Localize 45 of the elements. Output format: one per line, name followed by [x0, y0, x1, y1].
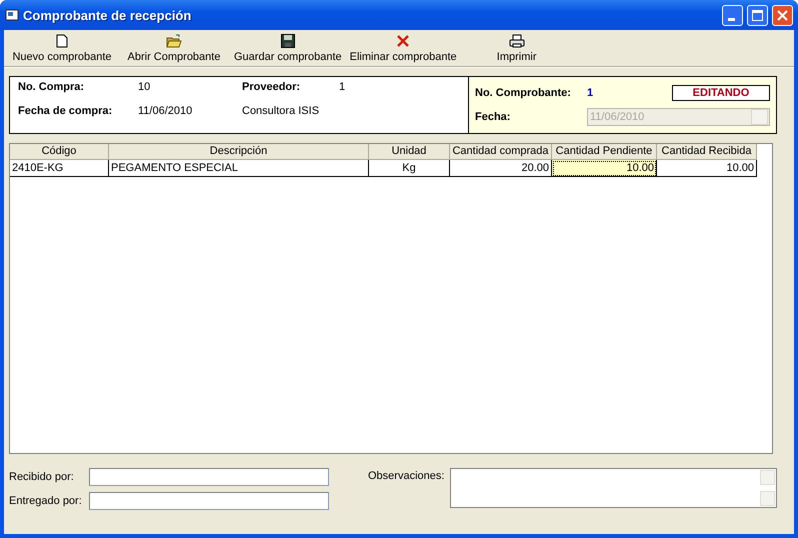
column-header[interactable]: Cantidad Recibida — [657, 144, 757, 160]
field-value: 1 — [339, 81, 346, 95]
document-icon — [56, 34, 68, 48]
close-icon — [777, 10, 788, 20]
column-header[interactable]: Cantidad Pendiente — [552, 144, 657, 160]
minimize-button[interactable] — [722, 4, 743, 26]
window-title: Comprobante de recepción — [23, 8, 192, 22]
column-header[interactable]: Cantidad comprada — [450, 144, 552, 160]
folder-icon — [166, 34, 182, 48]
table-cell[interactable]: 2410E-KG — [10, 160, 109, 177]
table-cell[interactable]: 10.00 — [657, 160, 757, 177]
field-label: Entregado por: — [9, 495, 83, 507]
toolbar-button[interactable]: Imprimir — [460, 30, 573, 66]
field-label: Fecha: — [475, 111, 512, 123]
minimize-icon — [728, 18, 734, 20]
delete-icon — [396, 34, 410, 48]
printer-icon — [508, 34, 525, 48]
input-field[interactable] — [89, 492, 329, 510]
toolbar-button[interactable]: Abrir Comprobante — [118, 30, 230, 66]
input-field[interactable] — [89, 468, 329, 486]
table-cell[interactable]: 10.00 — [552, 160, 657, 177]
field-label: Fecha de compra: — [18, 105, 114, 119]
column-header[interactable]: Unidad — [369, 144, 450, 160]
field-value: Consultora ISIS — [242, 105, 320, 119]
notes-field[interactable] — [450, 468, 778, 508]
maximize-button[interactable] — [747, 4, 768, 26]
field-label: Observaciones: — [368, 469, 444, 484]
maximize-icon — [752, 10, 763, 20]
table-cell[interactable]: Kg — [369, 160, 450, 177]
table-cell[interactable]: PEGAMENTO ESPECIAL — [109, 160, 369, 177]
toolbar-button[interactable]: Nuevo comprobante — [6, 30, 118, 66]
field-label: Recibido por: — [9, 471, 75, 483]
field-value: 11/06/2010 — [138, 105, 194, 119]
close-button[interactable] — [772, 4, 793, 26]
window-icon — [5, 8, 19, 22]
field-label: Proveedor: — [242, 81, 302, 95]
column-header[interactable]: Descripción — [109, 144, 369, 160]
field-label: No. Compra: — [18, 81, 85, 95]
toolbar-button[interactable]: Guardar comprobante — [230, 30, 346, 66]
status-label: EDITANDO — [672, 85, 770, 101]
field-value: 1 — [587, 87, 594, 99]
field-value: 10 — [138, 81, 152, 95]
toolbar-button[interactable]: Eliminar comprobante — [346, 30, 461, 66]
column-header[interactable]: Código — [10, 144, 109, 160]
field-label: No. Comprobante: — [475, 87, 572, 99]
